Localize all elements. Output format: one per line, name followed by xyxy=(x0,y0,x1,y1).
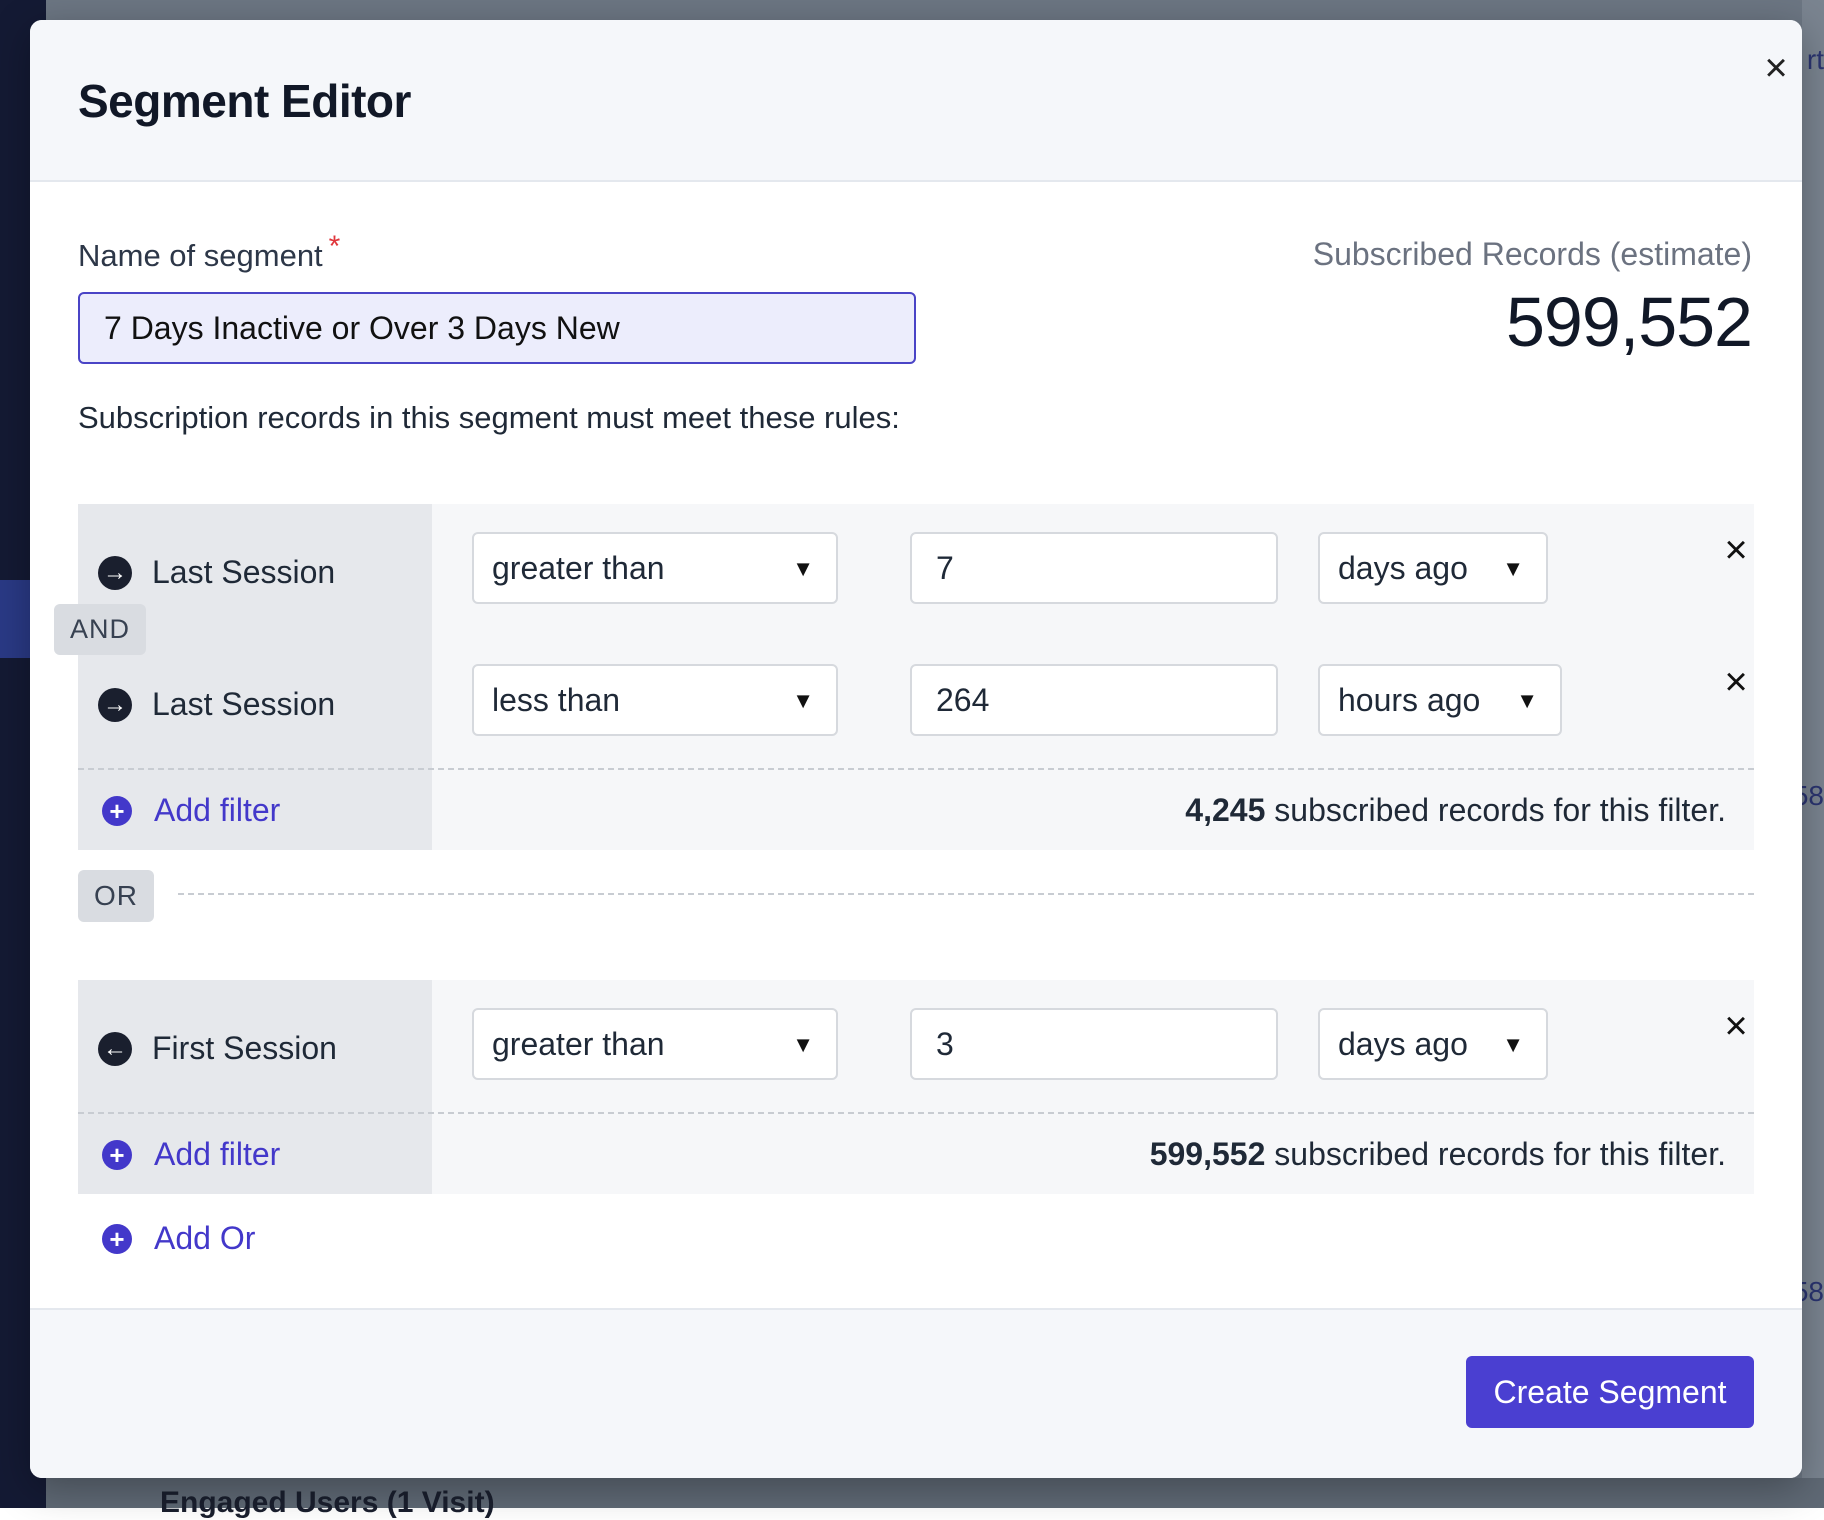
segment-editor-modal: Segment Editor × Name of segment* Subscr… xyxy=(30,20,1802,1478)
background-sidebar-active-item xyxy=(0,580,30,658)
caret-down-icon: ▼ xyxy=(792,556,814,581)
filter-row: ← First Session greater than ▼ 3 days ag… xyxy=(78,980,1754,1110)
operator-select-value: greater than xyxy=(492,549,665,586)
remove-filter-icon[interactable]: × xyxy=(1718,662,1754,702)
filter-field-label: Last Session xyxy=(152,686,336,722)
filter-row: → Last Session greater than ▼ 7 days ago… xyxy=(78,504,1754,634)
required-mark: * xyxy=(328,230,341,263)
filter-group-1: → Last Session greater than ▼ 7 days ago… xyxy=(54,504,1754,850)
filter-group-footer: + Add filter 599,552 subscribed records … xyxy=(78,1112,1754,1194)
operator-select-value: greater than xyxy=(492,1025,665,1062)
or-divider xyxy=(178,893,1754,895)
filter-count-suffix: subscribed records for this filter. xyxy=(1265,1136,1726,1172)
modal-footer: Create Segment xyxy=(30,1308,1802,1478)
remove-filter-icon[interactable]: × xyxy=(1718,1006,1754,1046)
filter-value-input[interactable]: 3 xyxy=(910,1008,1278,1080)
filter-field: ← First Session xyxy=(98,1030,337,1067)
filter-count: 599,552 subscribed records for this filt… xyxy=(1150,1136,1726,1173)
filter-count-value: 4,245 xyxy=(1185,792,1266,828)
unit-select[interactable]: hours ago ▼ xyxy=(1318,664,1562,736)
add-filter-button[interactable]: + Add filter xyxy=(102,792,280,829)
caret-down-icon: ▼ xyxy=(1502,556,1524,581)
segment-name-input[interactable] xyxy=(78,292,916,364)
add-filter-label: Add filter xyxy=(154,792,281,828)
unit-select[interactable]: days ago ▼ xyxy=(1318,532,1548,604)
unit-select-value: days ago xyxy=(1338,549,1468,586)
add-filter-button[interactable]: + Add filter xyxy=(102,1136,280,1173)
plus-circle-icon: + xyxy=(102,1139,132,1170)
segment-name-label: Name of segment * xyxy=(78,230,340,274)
filter-field: → Last Session xyxy=(98,554,335,591)
filter-value-input[interactable]: 264 xyxy=(910,664,1278,736)
add-or-button[interactable]: + Add Or xyxy=(102,1220,255,1257)
filter-count-suffix: subscribed records for this filter. xyxy=(1265,792,1726,828)
unit-select-value: days ago xyxy=(1338,1025,1468,1062)
filter-value-input[interactable]: 7 xyxy=(910,532,1278,604)
or-connector: OR xyxy=(78,870,154,922)
estimate-label: Subscribed Records (estimate) xyxy=(1312,236,1752,272)
arrow-right-icon: → xyxy=(98,555,132,590)
filter-group-footer: + Add filter 4,245 subscribed records fo… xyxy=(78,768,1754,850)
unit-select[interactable]: days ago ▼ xyxy=(1318,1008,1548,1080)
caret-down-icon: ▼ xyxy=(792,688,814,713)
arrow-left-icon: ← xyxy=(98,1031,132,1066)
filter-value-text: 3 xyxy=(936,1025,954,1062)
filter-field-label: Last Session xyxy=(152,554,336,590)
close-icon[interactable]: × xyxy=(1756,48,1796,88)
background-right-edge: rt 58 58 xyxy=(1793,0,1824,1508)
modal-header: Segment Editor × xyxy=(30,20,1802,182)
filter-field-label: First Session xyxy=(152,1030,337,1066)
filter-count: 4,245 subscribed records for this filter… xyxy=(1185,792,1726,829)
segment-name-label-text: Name of segment xyxy=(78,238,323,273)
operator-select[interactable]: greater than ▼ xyxy=(472,532,838,604)
background-edge-text: rt xyxy=(1806,44,1824,75)
background-bottom-text: Engaged Users (1 Visit) xyxy=(160,1486,495,1519)
caret-down-icon: ▼ xyxy=(1502,1032,1524,1057)
add-or-label: Add Or xyxy=(154,1220,256,1256)
filter-value-text: 264 xyxy=(936,681,990,718)
operator-select[interactable]: greater than ▼ xyxy=(472,1008,838,1080)
filter-row: → Last Session less than ▼ 264 hours ago… xyxy=(78,636,1754,766)
unit-select-value: hours ago xyxy=(1338,681,1481,718)
operator-select-value: less than xyxy=(492,681,621,718)
filter-count-value: 599,552 xyxy=(1149,1136,1266,1172)
caret-down-icon: ▼ xyxy=(1516,688,1538,713)
remove-filter-icon[interactable]: × xyxy=(1718,530,1754,570)
filter-group-2: ← First Session greater than ▼ 3 days ag… xyxy=(78,980,1754,1194)
operator-select[interactable]: less than ▼ xyxy=(472,664,838,736)
modal-title: Segment Editor xyxy=(78,75,411,127)
filter-value-text: 7 xyxy=(936,549,954,586)
plus-circle-icon: + xyxy=(102,1223,132,1254)
filter-field: → Last Session xyxy=(98,686,335,723)
add-filter-label: Add filter xyxy=(154,1136,281,1172)
create-segment-button[interactable]: Create Segment xyxy=(1466,1356,1754,1428)
plus-circle-icon: + xyxy=(102,795,132,826)
arrow-right-icon: → xyxy=(98,687,132,722)
rules-intro: Subscription records in this segment mus… xyxy=(78,400,900,435)
estimate-value: 599,552 xyxy=(1505,283,1753,361)
caret-down-icon: ▼ xyxy=(792,1032,814,1057)
